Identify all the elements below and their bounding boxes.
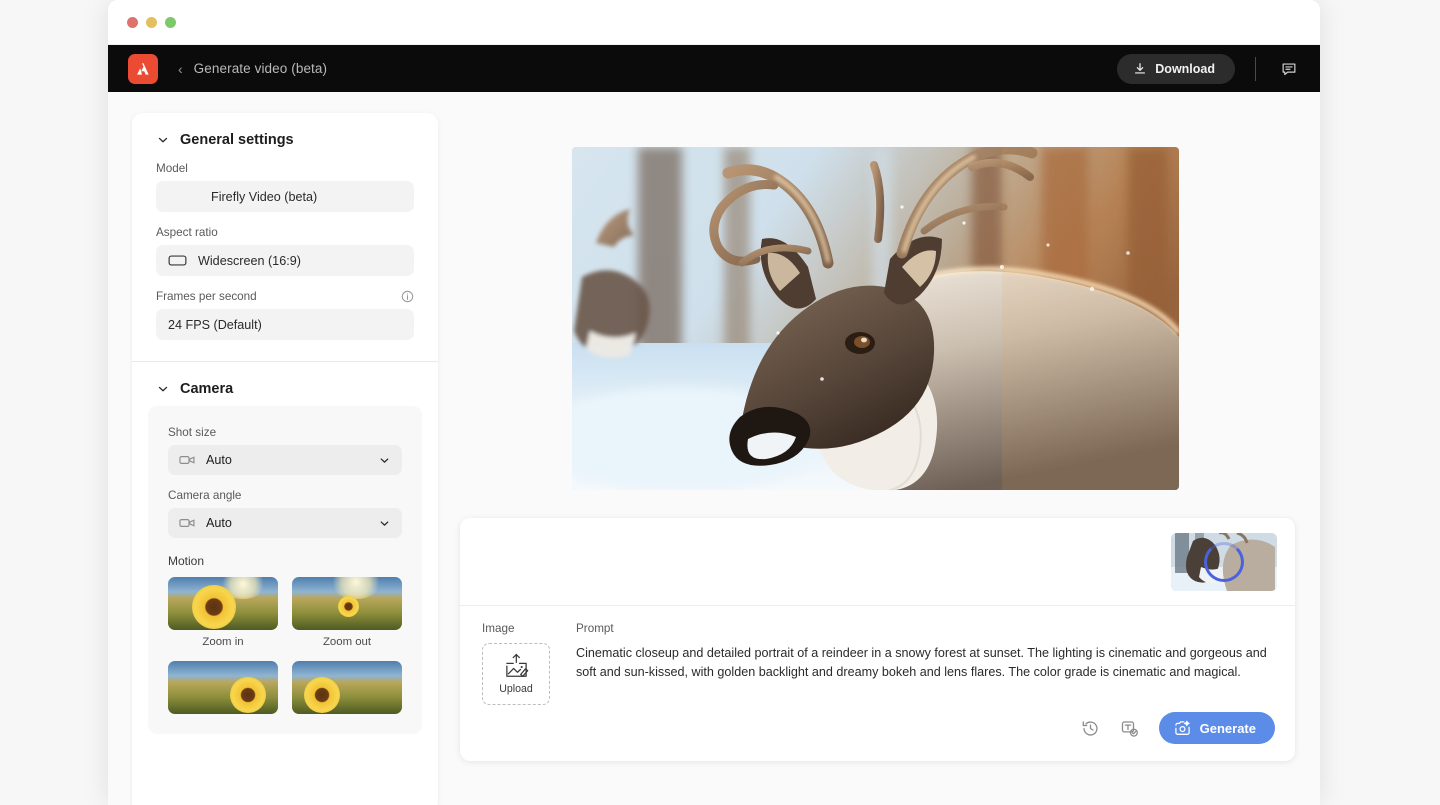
chevron-down-icon <box>156 382 170 396</box>
video-preview[interactable] <box>572 147 1179 490</box>
shot-size-value: Auto <box>206 453 232 467</box>
loading-spinner <box>1204 542 1244 582</box>
generate-button-label: Generate <box>1199 720 1256 736</box>
prompt-column-label: Prompt <box>576 622 614 635</box>
maximize-window-button[interactable] <box>165 16 176 28</box>
history-icon[interactable] <box>1081 719 1100 738</box>
chevron-down-icon <box>378 517 391 530</box>
window-titlebar <box>108 0 1320 45</box>
model-label: Model <box>132 162 438 175</box>
motion-option-label: Zoom in <box>202 636 244 648</box>
upload-image-icon <box>503 653 530 679</box>
back-chevron-icon[interactable]: ‹ <box>178 62 183 76</box>
section-general-settings: General settings Model Firefly Video (be… <box>132 113 438 362</box>
feedback-icon[interactable] <box>1276 56 1302 82</box>
camera-options-panel: Shot size Auto Camera angle Auto Motion … <box>148 406 422 734</box>
shot-size-label: Shot size <box>168 426 217 439</box>
generate-button[interactable]: Generate <box>1158 712 1275 744</box>
close-window-button[interactable] <box>127 16 138 28</box>
fps-value: 24 FPS (Default) <box>168 317 262 332</box>
model-label-text: Model <box>156 162 188 175</box>
motion-thumbnail <box>168 661 278 714</box>
motion-label: Motion <box>168 554 205 568</box>
download-icon <box>1133 62 1147 76</box>
app-window: ‹ Generate video (beta) Download General… <box>108 0 1320 805</box>
model-value: Firefly Video (beta) <box>211 189 318 204</box>
camera-angle-label: Camera angle <box>168 489 242 502</box>
motion-options-grid: Zoom in Zoom out <box>148 568 422 720</box>
motion-thumbnail <box>292 577 402 630</box>
page-title: Generate video (beta) <box>193 61 328 76</box>
motion-option-label: Zoom out <box>322 636 372 648</box>
general-settings-title: General settings <box>180 132 294 148</box>
model-select[interactable]: Firefly Video (beta) <box>156 181 414 212</box>
aspect-ratio-label-text: Aspect ratio <box>156 226 218 239</box>
app-header: ‹ Generate video (beta) Download <box>108 45 1320 92</box>
generate-sparkle-icon <box>1174 720 1191 736</box>
fps-select[interactable]: 24 FPS (Default) <box>156 309 414 340</box>
header-divider <box>1255 56 1256 81</box>
adobe-logo-icon[interactable] <box>128 53 158 84</box>
settings-panel: General settings Model Firefly Video (be… <box>132 113 438 805</box>
motion-thumbnail <box>168 577 278 630</box>
chevron-down-icon <box>378 454 391 467</box>
chevron-down-icon <box>156 133 170 147</box>
aspect-ratio-select[interactable]: Widescreen (16:9) <box>156 245 414 276</box>
aspect-ratio-value: Widescreen (16:9) <box>198 253 301 268</box>
camera-header[interactable]: Camera <box>132 362 438 397</box>
image-upload-column: Image Upload <box>482 622 576 705</box>
camera-angle-select[interactable]: Auto <box>168 508 402 538</box>
prompt-bar-top <box>460 518 1295 606</box>
video-camera-icon <box>179 517 196 529</box>
prompt-bar: Image Upload Prompt Cinematic closeup an… <box>460 518 1295 761</box>
text-to-image-settings-icon[interactable] <box>1120 719 1139 738</box>
download-button[interactable]: Download <box>1117 53 1235 84</box>
prompt-column: Prompt Cinematic closeup and detailed po… <box>576 622 1273 705</box>
section-camera: Camera Shot size Auto Camera angle Auto … <box>132 362 438 734</box>
header-actions: Download <box>1117 53 1302 84</box>
upload-button-label: Upload <box>499 683 533 695</box>
motion-option-4[interactable] <box>292 661 402 720</box>
prompt-actions: Generate <box>1081 712 1275 744</box>
motion-thumbnail <box>292 661 402 714</box>
app-body: General settings Model Firefly Video (be… <box>108 92 1320 805</box>
general-settings-header[interactable]: General settings <box>132 113 438 148</box>
shot-size-select[interactable]: Auto <box>168 445 402 475</box>
download-button-label: Download <box>1155 61 1215 76</box>
widescreen-frame-icon <box>168 254 187 267</box>
camera-title: Camera <box>180 381 234 397</box>
prompt-bar-main: Image Upload Prompt Cinematic closeup an… <box>460 606 1295 705</box>
info-icon[interactable] <box>401 290 414 303</box>
reference-image-thumbnail[interactable] <box>1171 533 1277 591</box>
motion-option-3[interactable] <box>168 661 278 720</box>
camera-angle-value: Auto <box>206 516 232 530</box>
fps-label-text: Frames per second <box>156 290 257 303</box>
video-camera-icon <box>179 454 196 466</box>
aspect-ratio-label: Aspect ratio <box>132 226 438 239</box>
prompt-input[interactable]: Cinematic closeup and detailed portrait … <box>576 644 1273 681</box>
reindeer-video-frame <box>572 147 1179 490</box>
minimize-window-button[interactable] <box>146 16 157 28</box>
image-column-label: Image <box>482 622 515 635</box>
motion-option-zoom-out[interactable]: Zoom out <box>292 577 402 648</box>
fps-label: Frames per second <box>132 290 438 303</box>
upload-image-button[interactable]: Upload <box>482 643 550 705</box>
motion-option-zoom-in[interactable]: Zoom in <box>168 577 278 648</box>
